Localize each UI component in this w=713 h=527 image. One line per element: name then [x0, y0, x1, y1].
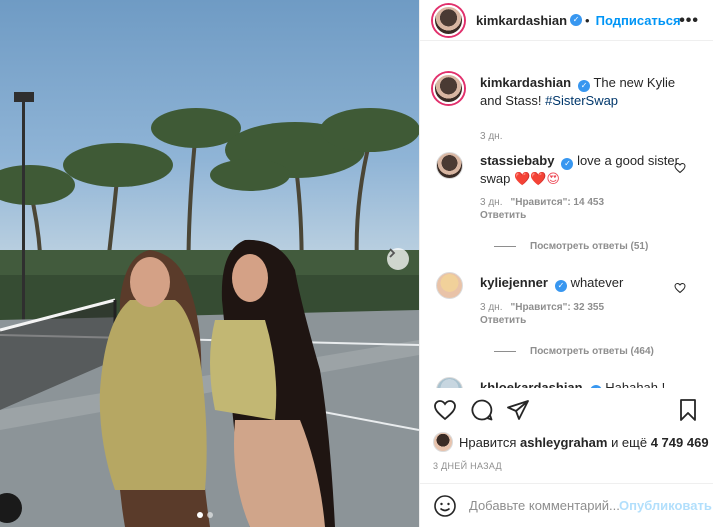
author-username[interactable]: kimkardashian: [476, 13, 567, 28]
divider: [494, 351, 516, 352]
comment-text: stassiebaby ✓ love a good sister swap ❤️❤…: [480, 152, 680, 188]
comment-text: khloekardashian ✓ Hahahah !: [480, 379, 690, 388]
emoji-icon[interactable]: [433, 494, 457, 518]
liker-username[interactable]: ashleygraham: [520, 435, 607, 450]
comment-username[interactable]: stassiebaby: [480, 153, 554, 168]
photo-scene: [0, 92, 419, 527]
comment-username[interactable]: kyliejenner: [480, 275, 548, 290]
share-icon[interactable]: [506, 398, 530, 422]
comment-likes[interactable]: "Нравится": 14 453: [510, 197, 604, 208]
chevron-right-icon: [389, 248, 396, 258]
author-avatar[interactable]: [433, 4, 464, 36]
comment-time: 3 дн.: [480, 302, 503, 313]
comment-input[interactable]: [469, 498, 619, 513]
comment-body: Hahahah !: [605, 380, 666, 388]
more-options-icon[interactable]: •••: [679, 12, 699, 30]
comment-meta: 3 дн. "Нравится": 14 453: [480, 197, 604, 208]
comment-text: kyliejenner ✓ whatever: [480, 274, 680, 292]
commenter-avatar[interactable]: [436, 152, 463, 179]
like-comment-icon[interactable]: [674, 162, 686, 174]
verified-icon: ✓: [570, 14, 583, 26]
likes-middle: и ещё: [611, 434, 648, 450]
likes-prefix: Нравится: [459, 434, 517, 450]
post-header: kimkardashian ✓ • Подписаться •••: [420, 0, 713, 41]
comment-icon[interactable]: [470, 398, 494, 422]
likes-summary: Нравится ashleygraham и ещё 4 749 469: [433, 432, 709, 452]
post-date: 3 ДНЕЙ НАЗАД: [433, 461, 502, 471]
caption-avatar[interactable]: [433, 73, 464, 104]
view-replies-button[interactable]: Посмотреть ответы (464): [494, 346, 654, 357]
comment-body: whatever: [570, 275, 624, 290]
publish-button[interactable]: Опубликовать: [619, 498, 712, 513]
like-icon[interactable]: [433, 398, 457, 422]
comment-username[interactable]: khloekardashian: [480, 380, 583, 388]
verified-icon: ✓: [589, 385, 602, 388]
divider: [494, 246, 516, 247]
view-replies-label: Посмотреть ответы (464): [530, 346, 654, 357]
post-actions: [433, 398, 700, 426]
comment-emojis: ❤️❤️😍: [513, 171, 560, 186]
comment-composer: Опубликовать: [420, 483, 713, 527]
next-photo-button[interactable]: [387, 248, 409, 270]
view-replies-label: Посмотреть ответы (51): [530, 241, 649, 252]
follow-button[interactable]: Подписаться: [596, 13, 681, 28]
bookmark-icon[interactable]: [676, 398, 700, 422]
comment-likes[interactable]: "Нравится": 32 355: [510, 302, 604, 313]
reply-button[interactable]: Ответить: [480, 315, 526, 326]
liker-avatar[interactable]: [433, 432, 453, 452]
commenter-avatar[interactable]: [436, 377, 463, 388]
commenter-avatar[interactable]: [436, 272, 463, 299]
reply-button[interactable]: Ответить: [480, 210, 526, 221]
verified-icon: ✓: [578, 80, 591, 92]
hashtag-link[interactable]: #SisterSwap: [545, 93, 618, 108]
post-photo: [0, 0, 419, 527]
caption-text: kimkardashian ✓ The new Kylie and Stass! …: [480, 74, 695, 110]
carousel-dot: [207, 512, 213, 518]
carousel-dots: [197, 512, 213, 518]
likes-count[interactable]: 4 749 469: [651, 435, 709, 450]
comments-list: kimkardashian ✓ The new Kylie and Stass! …: [420, 61, 713, 388]
carousel-dot: [197, 512, 203, 518]
verified-icon: ✓: [561, 158, 574, 170]
comment-meta: 3 дн. "Нравится": 32 355: [480, 302, 604, 313]
caption-username[interactable]: kimkardashian: [480, 75, 571, 90]
separator: •: [585, 12, 590, 28]
caption-time: 3 дн.: [480, 131, 503, 142]
post-panel: kimkardashian ✓ • Подписаться ••• kimkar…: [419, 0, 713, 527]
view-replies-button[interactable]: Посмотреть ответы (51): [494, 241, 648, 252]
comment-time: 3 дн.: [480, 197, 503, 208]
like-comment-icon[interactable]: [674, 282, 686, 294]
verified-icon: ✓: [554, 280, 567, 292]
